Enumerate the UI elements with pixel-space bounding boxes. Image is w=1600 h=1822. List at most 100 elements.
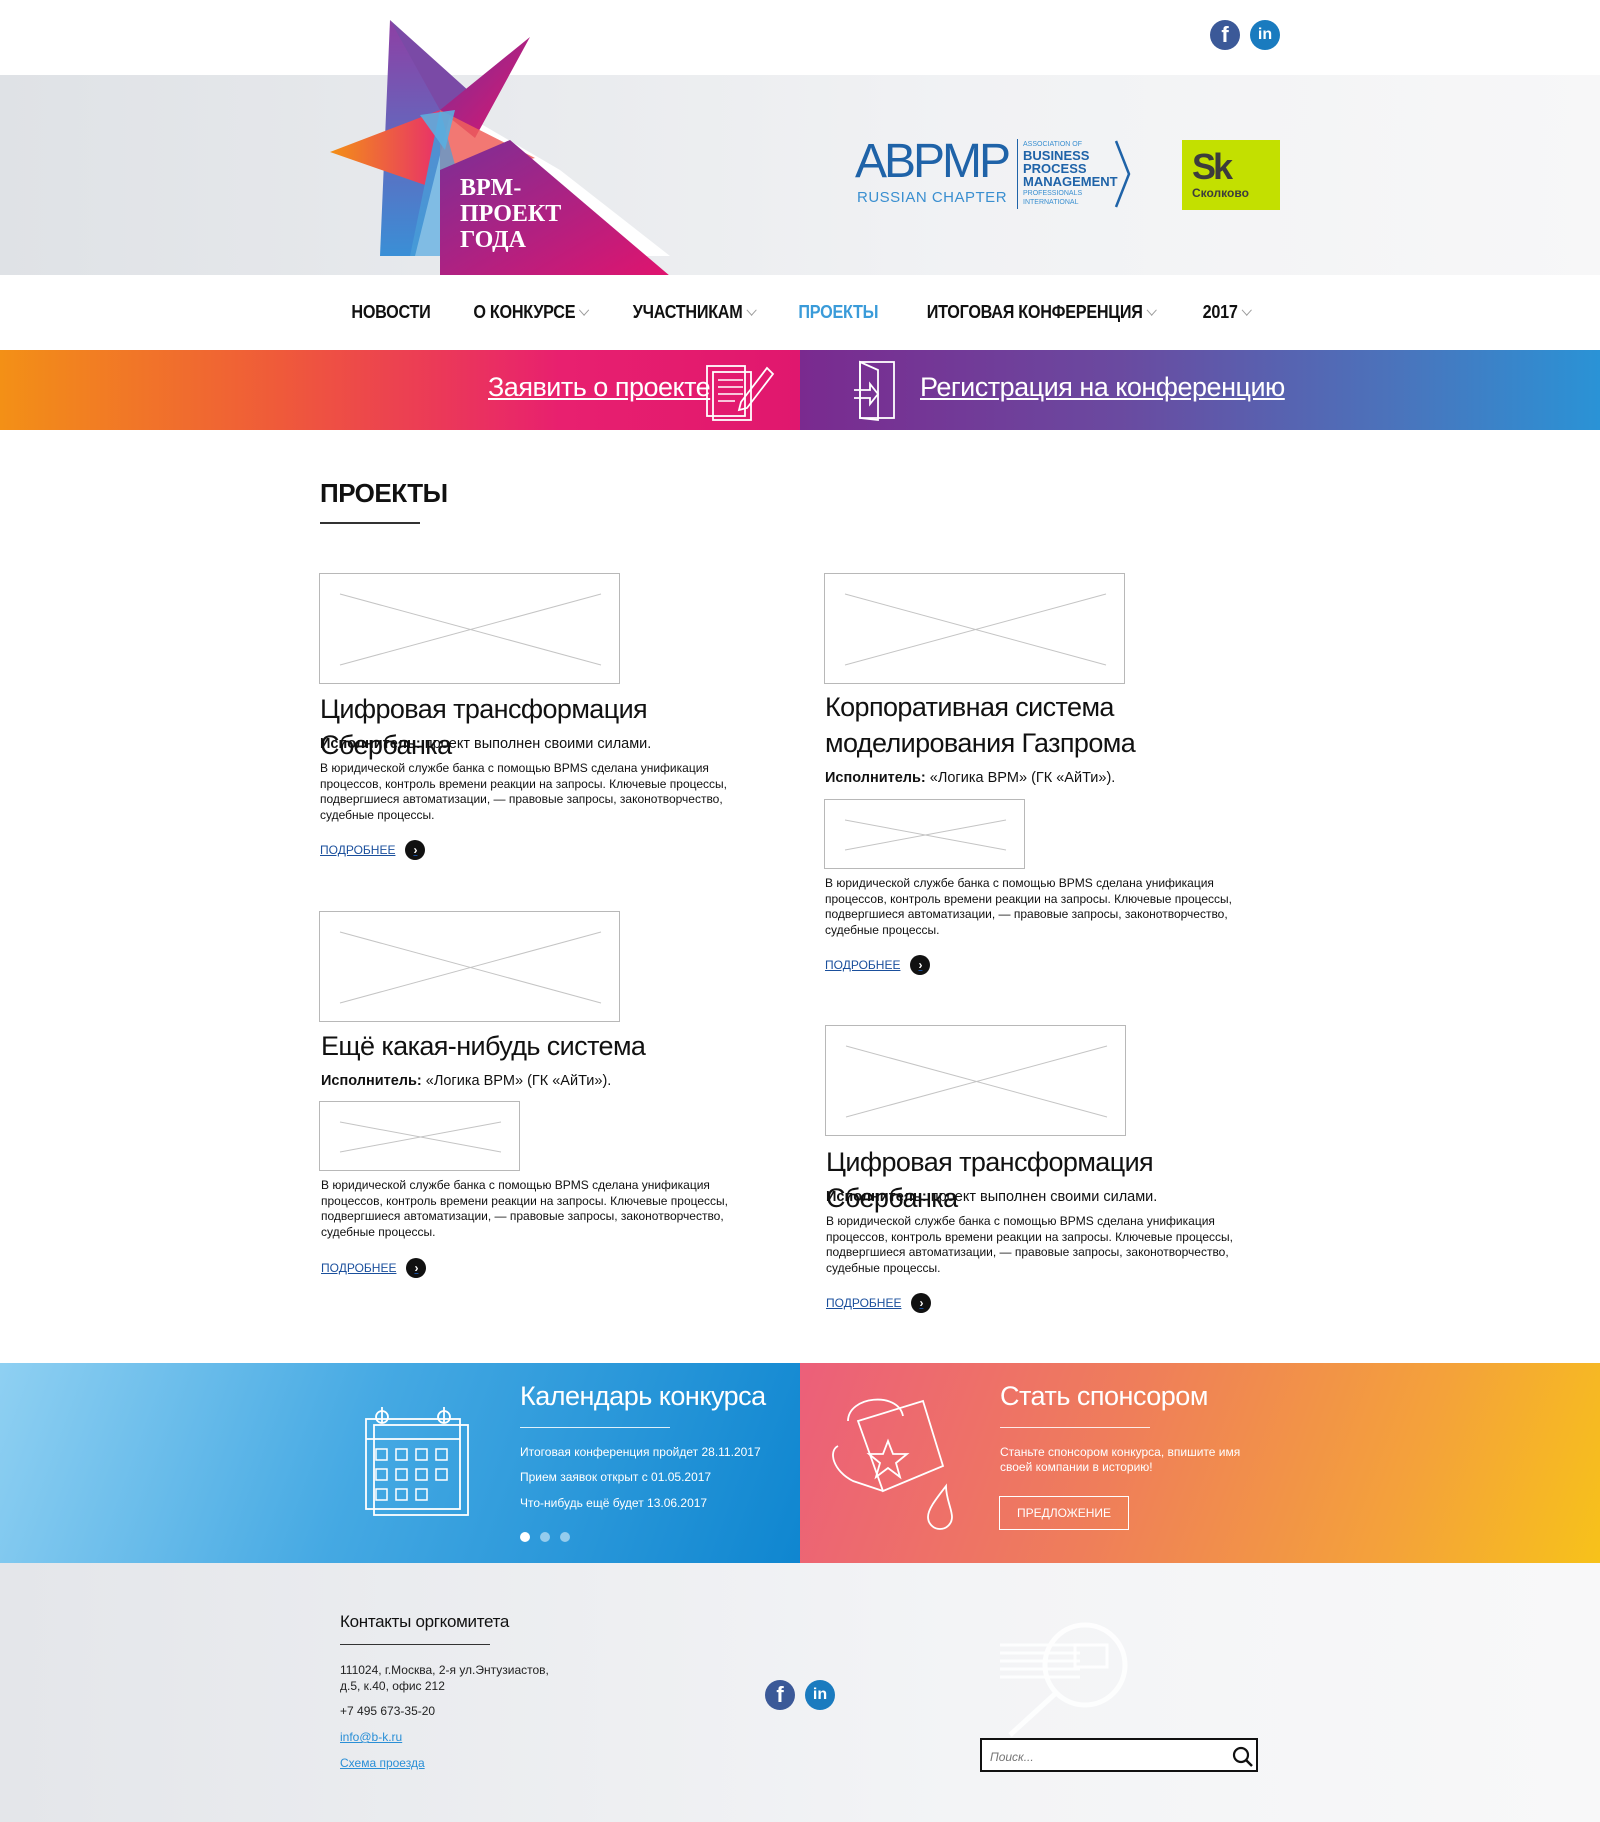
abpmp-main-text: ABPMP <box>855 135 1011 188</box>
nav-item-news[interactable]: НОВОСТИ <box>351 302 430 323</box>
placeholder-cross-icon <box>339 593 602 666</box>
footer-title: Контакты оргкомитета <box>340 1612 510 1631</box>
performer-value: «Логика BPM» (ГК «АйТи»). <box>425 1073 612 1089</box>
project-title[interactable]: Ещё какая-нибудь система <box>321 1028 761 1064</box>
project-description: В юридической службе банка с помощью BPM… <box>321 1178 728 1239</box>
placeholder-cross-icon <box>844 593 1107 666</box>
carousel-dot-active[interactable] <box>520 1532 530 1542</box>
logo-line-2: ПРОЕКТ <box>460 201 562 227</box>
nav-item-conference[interactable]: ИТОГОВАЯ КОНФЕРЕНЦИЯ <box>927 302 1158 323</box>
facebook-icon[interactable]: f <box>765 1680 795 1710</box>
project-title[interactable]: Корпоративная система моделирования Газп… <box>825 689 1265 761</box>
footer-title-rule <box>340 1644 490 1645</box>
footer-email-link[interactable]: info@b-k.ru <box>340 1730 402 1744</box>
abpmp-professionals: PROFESSIONALS <box>1023 190 1083 197</box>
nav-label-conference: ИТОГОВАЯ КОНФЕРЕНЦИЯ <box>927 302 1144 322</box>
facebook-icon[interactable]: f <box>1210 20 1240 50</box>
register-banner: Регистрация на конференцию <box>800 350 1600 430</box>
skolkovo-logo[interactable]: Sk Сколково <box>1182 140 1280 210</box>
more-link[interactable]: ПОДРОБНЕЕ › <box>321 1258 427 1278</box>
logo-line-1: BPM- <box>460 175 522 201</box>
carousel-dot[interactable] <box>560 1532 570 1542</box>
nav-item-2017[interactable]: 2017 <box>1202 302 1253 323</box>
nav-item-about[interactable]: О КОНКУРСЕ <box>473 302 590 323</box>
nav-label-2017: 2017 <box>1202 302 1238 322</box>
more-label: ПОДРОБНЕЕ <box>320 843 396 857</box>
chevron-down-icon <box>1241 304 1253 316</box>
nav-label-news: НОВОСТИ <box>351 302 431 322</box>
nav-label-about: О КОНКУРСЕ <box>473 302 575 322</box>
project-description: В юридической службе банка с помощью BPM… <box>320 761 727 822</box>
project-description: В юридической службе банка с помощью BPM… <box>825 876 1232 937</box>
more-label: ПОДРОБНЕЕ <box>321 1261 397 1275</box>
calendar-title-rule <box>520 1427 670 1428</box>
placeholder-cross-icon <box>339 931 602 1004</box>
abpmp-chevron-icon <box>1114 140 1131 208</box>
nav-label-projects: ПРОЕКТЫ <box>798 302 879 322</box>
sponsor-title: Стать спонсором <box>1000 1381 1208 1411</box>
placeholder-cross-icon <box>845 1045 1108 1118</box>
main-nav: НОВОСТИ О КОНКУРСЕ УЧАСТНИКАМ ПРОЕКТЫ ИТ… <box>0 275 1600 350</box>
skolkovo-name-text: Сколково <box>1192 186 1249 200</box>
proposal-button[interactable]: ПРЕДЛОЖЕНИЕ <box>999 1496 1129 1530</box>
abpmp-divider <box>1017 139 1018 209</box>
nav-item-participants[interactable]: УЧАСТНИКАМ <box>633 302 757 323</box>
project-description: В юридической службе банка с помощью BPM… <box>826 1214 1233 1275</box>
more-link[interactable]: ПОДРОБНЕЕ › <box>826 1293 932 1313</box>
page-title: ПРОЕКТЫ <box>320 478 448 508</box>
nav-item-projects[interactable]: ПРОЕКТЫ <box>798 302 878 323</box>
abpmp-logo[interactable]: ABPMP RUSSIAN CHAPTER ASSOCIATION OF BUS… <box>855 137 1135 213</box>
chevron-down-icon <box>746 304 757 316</box>
footer-phone: +7 495 673-35-20 <box>340 1704 436 1718</box>
more-label: ПОДРОБНЕЕ <box>825 958 901 972</box>
project-performer: Исполнитель: проект выполнен своими сила… <box>826 1189 1157 1205</box>
search-input[interactable] <box>988 1746 1212 1768</box>
hero-header <box>0 75 1600 275</box>
performer-value: проект выполнен своими силами. <box>424 736 652 752</box>
calendar-section: Календарь конкурса Итоговая конференция … <box>0 1363 800 1563</box>
carousel-dot[interactable] <box>540 1532 550 1542</box>
more-link[interactable]: ПОДРОБНЕЕ › <box>320 840 426 860</box>
register-conference-link[interactable]: Регистрация на конференцию <box>920 372 1285 403</box>
project-title[interactable]: Цифровая трансформация Сбербанка <box>826 1144 1266 1216</box>
calendar-icon <box>365 1407 469 1516</box>
sponsor-section: Стать спонсором Станьте спонсором конкур… <box>800 1363 1600 1563</box>
project-performer: Исполнитель: «Логика BPM» (ГК «АйТи»). <box>321 1073 611 1089</box>
linkedin-icon[interactable]: in <box>1250 20 1280 50</box>
sponsor-text: Станьте спонсором конкурса, впишите имя … <box>1000 1445 1241 1474</box>
abpmp-international: INTERNATIONAL <box>1023 199 1079 206</box>
linkedin-icon[interactable]: in <box>805 1680 835 1710</box>
arrow-right-icon: › <box>910 955 931 975</box>
performer-label: Исполнитель: <box>321 1073 422 1089</box>
image-placeholder <box>824 799 1025 869</box>
search-box <box>980 1738 1258 1772</box>
search-icon[interactable] <box>1232 1746 1254 1768</box>
apply-banner: Заявить о проекте <box>0 350 800 430</box>
image-placeholder <box>825 1025 1126 1136</box>
abpmp-management: MANAGEMENT <box>1023 174 1118 189</box>
proposal-button-label: ПРЕДЛОЖЕНИЕ <box>1016 1506 1112 1520</box>
performer-label: Исполнитель: <box>320 736 421 752</box>
footer-map-link[interactable]: Схема проезда <box>340 1756 425 1770</box>
placeholder-cross-icon <box>339 1121 502 1153</box>
site-logo[interactable]: BPM- ПРОЕКТ ГОДА <box>320 20 690 276</box>
project-title[interactable]: Цифровая трансформация Сбербанка <box>320 691 760 763</box>
chevron-down-icon <box>1146 304 1158 316</box>
apply-project-link[interactable]: Заявить о проекте <box>488 372 711 403</box>
abpmp-sub-text: RUSSIAN CHAPTER <box>857 189 1008 206</box>
more-label: ПОДРОБНЕЕ <box>826 1296 902 1310</box>
arrow-right-icon: › <box>406 1258 427 1278</box>
calendar-line: Итоговая конференция пройдет 28.11.2017 <box>520 1445 761 1459</box>
footer-address: 111024, г.Москва, 2-я ул.Энтузиастов, д.… <box>340 1663 549 1693</box>
performer-label: Исполнитель: <box>826 1189 927 1205</box>
calendar-title: Календарь конкурса <box>520 1381 766 1411</box>
paint-bucket-star-icon <box>832 1398 953 1530</box>
performer-value: проект выполнен своими силами. <box>930 1189 1158 1205</box>
image-placeholder <box>824 573 1125 684</box>
top-bar: f in <box>0 0 1600 75</box>
image-placeholder <box>319 911 620 1022</box>
abpmp-assoc: ASSOCIATION OF <box>1023 141 1082 148</box>
more-link[interactable]: ПОДРОБНЕЕ › <box>825 955 931 975</box>
calendar-line: Что-нибудь ещё будет 13.06.2017 <box>520 1496 708 1510</box>
magnifier-illustration-icon <box>1000 1622 1128 1737</box>
